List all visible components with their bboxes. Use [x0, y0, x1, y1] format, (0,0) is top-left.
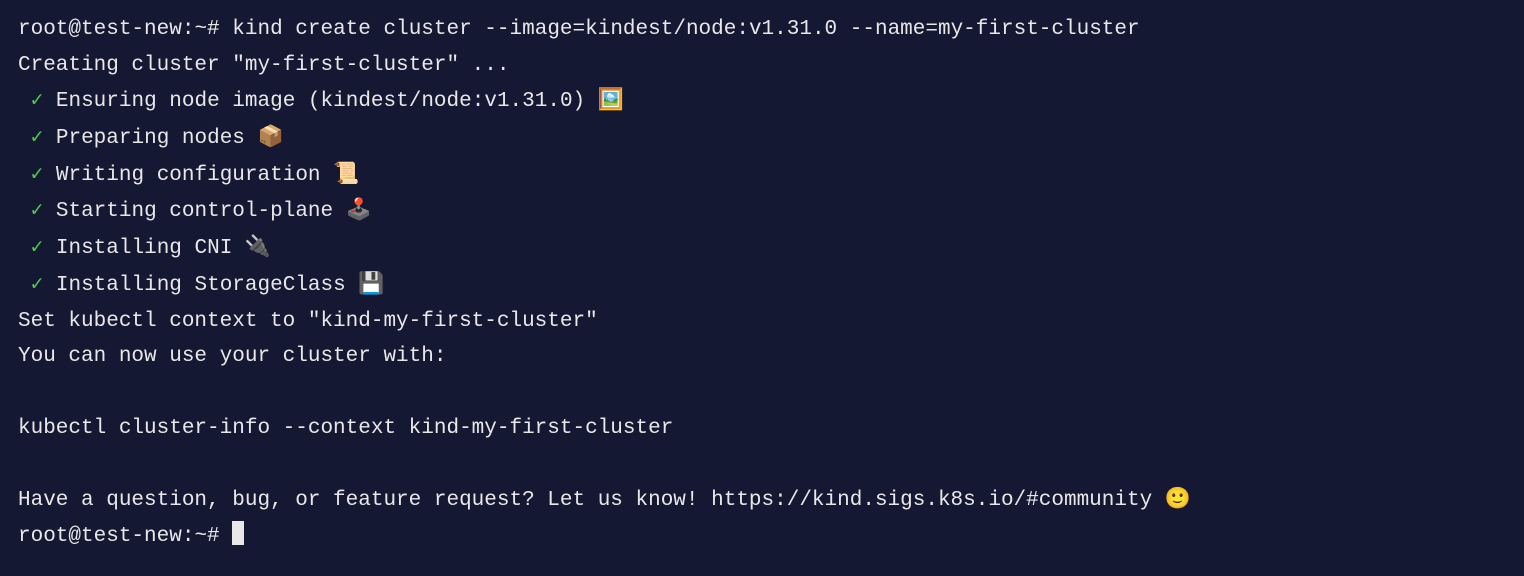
command-line-2[interactable]: root@test-new:~#: [18, 519, 1506, 555]
output-blank-2: [18, 446, 1506, 482]
prompt-path: ~: [194, 525, 207, 548]
step-text: Writing configuration: [56, 164, 321, 187]
output-step-starting: ✓ Starting control-plane 🕹️: [18, 193, 1506, 230]
prompt-hash: #: [207, 18, 220, 41]
prompt-user-host: root@test-new: [18, 18, 182, 41]
prompt-path: ~: [194, 18, 207, 41]
step-text: Preparing nodes: [56, 127, 245, 150]
check-icon: ✓: [31, 90, 44, 113]
check-icon: ✓: [31, 237, 44, 260]
output-use-cluster: You can now use your cluster with:: [18, 339, 1506, 375]
scroll-icon: 📜: [333, 162, 359, 186]
command-line-1: root@test-new:~# kind create cluster --i…: [18, 12, 1506, 48]
check-icon: ✓: [31, 200, 44, 223]
plug-icon: 🔌: [245, 235, 271, 259]
output-step-preparing: ✓ Preparing nodes 📦: [18, 120, 1506, 157]
cursor-icon: [232, 521, 244, 545]
joystick-icon: 🕹️: [346, 198, 372, 222]
step-text: Installing CNI: [56, 237, 232, 260]
output-blank-1: [18, 375, 1506, 411]
output-context-set: Set kubectl context to "kind-my-first-cl…: [18, 304, 1506, 340]
picture-icon: 🖼️: [598, 88, 624, 112]
output-step-ensuring: ✓ Ensuring node image (kindest/node:v1.3…: [18, 83, 1506, 120]
check-icon: ✓: [31, 164, 44, 187]
output-creating: Creating cluster "my-first-cluster" ...: [18, 48, 1506, 84]
smile-icon: 🙂: [1165, 487, 1191, 511]
question-text: Have a question, bug, or feature request…: [18, 489, 1152, 512]
terminal-output[interactable]: root@test-new:~# kind create cluster --i…: [18, 12, 1506, 554]
step-text: Ensuring node image (kindest/node:v1.31.…: [56, 90, 585, 113]
output-question: Have a question, bug, or feature request…: [18, 482, 1506, 519]
prompt-separator: :: [182, 18, 195, 41]
prompt-hash: #: [207, 525, 220, 548]
step-text: Starting control-plane: [56, 200, 333, 223]
prompt-separator: :: [182, 525, 195, 548]
step-text: Installing StorageClass: [56, 274, 346, 297]
output-step-cni: ✓ Installing CNI 🔌: [18, 230, 1506, 267]
command-text: kind create cluster --image=kindest/node…: [232, 18, 1139, 41]
floppy-icon: 💾: [358, 272, 384, 296]
check-icon: ✓: [31, 274, 44, 297]
output-step-writing: ✓ Writing configuration 📜: [18, 157, 1506, 194]
check-icon: ✓: [31, 127, 44, 150]
package-icon: 📦: [258, 125, 284, 149]
output-kubectl-cmd: kubectl cluster-info --context kind-my-f…: [18, 411, 1506, 447]
output-step-storage: ✓ Installing StorageClass 💾: [18, 267, 1506, 304]
prompt-user-host: root@test-new: [18, 525, 182, 548]
